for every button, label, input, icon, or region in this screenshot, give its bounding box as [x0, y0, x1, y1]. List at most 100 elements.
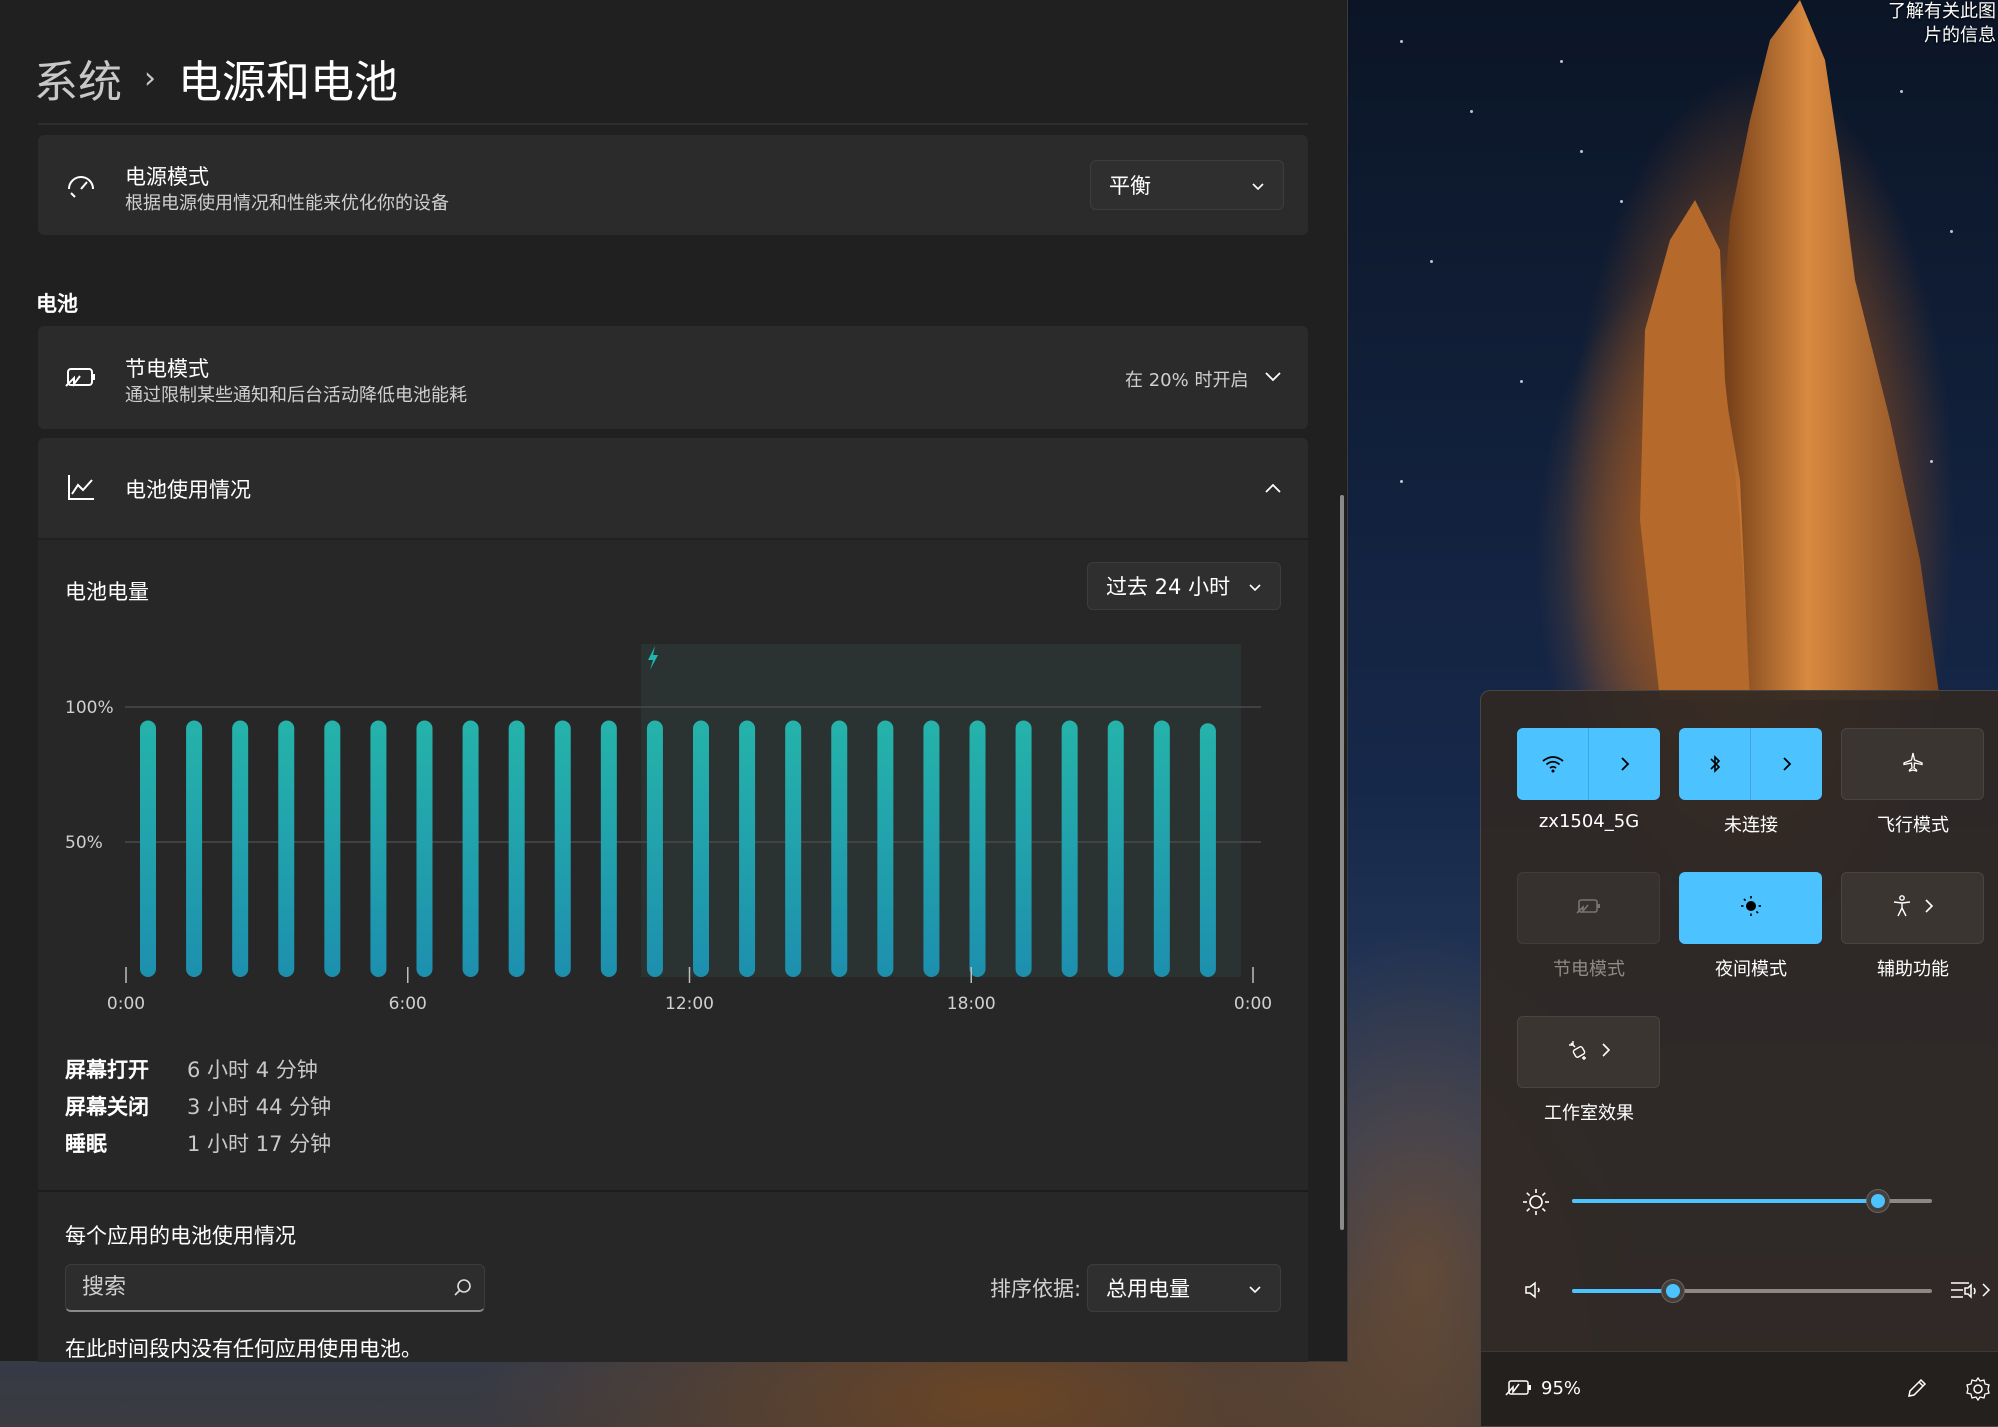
audio-output-icon[interactable]: [1949, 1277, 1993, 1307]
battery-bar: [969, 720, 986, 977]
battery-saver-title: 节电模式: [125, 357, 209, 381]
battery-bar: [831, 720, 848, 977]
slider-thumb[interactable]: [1867, 1190, 1889, 1212]
charging-region: [641, 644, 1241, 977]
stat-value: 3 小时 44 分钟: [187, 1094, 332, 1119]
accessibility-icon: [1892, 895, 1912, 921]
y-tick-label: 50%: [65, 833, 103, 853]
battery-saver-tile[interactable]: [1517, 872, 1660, 944]
star: [1580, 150, 1583, 153]
chevron-up-icon[interactable]: [1261, 476, 1285, 500]
time-range-dropdown[interactable]: 过去 24 小时: [1087, 562, 1281, 610]
stat-value: 6 小时 4 分钟: [187, 1057, 318, 1082]
night-light-icon: [1740, 895, 1762, 921]
rock-spire: [1640, 0, 1940, 700]
star: [1560, 60, 1563, 63]
settings-window: 系统 › 电源和电池 电源模式 根据电源使用情况和性能来优化你的设备 平衡 电池…: [0, 0, 1348, 1362]
bluetooth-tile[interactable]: [1679, 728, 1822, 800]
battery-bar: [324, 720, 341, 977]
breadcrumb-parent[interactable]: 系统: [34, 46, 122, 110]
usage-stats: 屏幕打开 6 小时 4 分钟 屏幕关闭 3 小时 44 分钟 睡眠 1 小时 1…: [65, 1050, 331, 1161]
battery-icon[interactable]: [1505, 1376, 1533, 1402]
battery-bar: [646, 720, 663, 977]
battery-level-chart: 100% 50% 0:00 6:00 12:00 18:00 0:00: [65, 644, 1272, 1014]
sort-dropdown[interactable]: 总用电量: [1087, 1264, 1281, 1312]
battery-bar: [923, 720, 940, 977]
night-light-tile[interactable]: [1679, 872, 1822, 944]
chevron-right-icon: [1601, 1042, 1611, 1062]
star: [1400, 480, 1403, 483]
battery-bar: [232, 720, 249, 977]
power-mode-icon: [64, 168, 98, 202]
chevron-down-icon: [1248, 574, 1262, 598]
battery-bar: [877, 720, 894, 977]
battery-bar: [508, 720, 525, 977]
sort-value: 总用电量: [1106, 1277, 1190, 1301]
breadcrumb-separator: ›: [144, 60, 156, 96]
star: [1430, 260, 1433, 263]
page-title: 电源和电池: [178, 57, 398, 108]
tile-label: 未连接: [1724, 815, 1778, 836]
battery-level-title: 电池电量: [65, 580, 149, 604]
bluetooth-icon[interactable]: [1679, 728, 1750, 800]
line-chart-icon: [64, 470, 98, 504]
power-mode-card: 电源模式 根据电源使用情况和性能来优化你的设备 平衡: [38, 135, 1308, 235]
wifi-icon[interactable]: [1517, 728, 1588, 800]
battery-bar: [1199, 723, 1216, 977]
time-range-value: 过去 24 小时: [1106, 575, 1231, 599]
wifi-tile[interactable]: [1517, 728, 1660, 800]
search-input[interactable]: [66, 1265, 436, 1309]
battery-saver-icon: [1575, 897, 1602, 919]
tile-label: zx1504_5G: [1538, 811, 1640, 832]
slider-fill: [1572, 1289, 1673, 1293]
chevron-right-icon[interactable]: [1751, 728, 1822, 800]
star: [1470, 110, 1473, 113]
quick-settings-panel: zx1504_5G 未连接 飞行模式 节电模式 夜间模式 辅助功能 工作室效果 …: [1480, 690, 1998, 1427]
power-mode-dropdown[interactable]: 平衡: [1090, 160, 1284, 210]
stat-value: 1 小时 17 分钟: [187, 1131, 332, 1156]
accessibility-tile[interactable]: [1841, 872, 1984, 944]
battery-bar: [416, 720, 433, 977]
battery-section-label: 电池: [36, 292, 78, 316]
battery-saver-status: 在 20% 时开启: [1125, 370, 1249, 391]
battery-bar: [1153, 720, 1170, 977]
chevron-down-icon: [1251, 173, 1265, 197]
about-image-link[interactable]: 了解有关此图 片的信息: [1888, 0, 1996, 48]
chevron-down-icon[interactable]: [1261, 365, 1285, 389]
search-icon[interactable]: [454, 1278, 472, 1300]
volume-icon[interactable]: [1523, 1279, 1547, 1305]
battery-bar: [739, 720, 756, 977]
battery-percent[interactable]: 95%: [1541, 1378, 1581, 1399]
x-tick-label: 12:00: [665, 994, 714, 1014]
chevron-right-icon: [1924, 898, 1934, 918]
scrollbar[interactable]: [1340, 495, 1344, 1230]
battery-saver-subtitle: 通过限制某些通知和后台活动降低电池能耗: [125, 385, 467, 406]
slider-thumb[interactable]: [1661, 1280, 1684, 1302]
app-search-box: [65, 1264, 485, 1312]
quick-settings-footer: 95%: [1481, 1351, 1998, 1426]
stat-row: 睡眠 1 小时 17 分钟: [65, 1124, 331, 1161]
edit-icon[interactable]: [1905, 1376, 1929, 1404]
stat-row: 屏幕关闭 3 小时 44 分钟: [65, 1087, 331, 1124]
battery-saver-card[interactable]: 节电模式 通过限制某些通知和后台活动降低电池能耗 在 20% 时开启: [38, 326, 1308, 429]
x-tick-label: 18:00: [947, 994, 996, 1014]
gear-icon[interactable]: [1965, 1376, 1991, 1406]
studio-effects-tile[interactable]: [1517, 1016, 1660, 1088]
power-mode-title: 电源模式: [125, 165, 209, 189]
stat-label: 屏幕关闭: [65, 1094, 149, 1119]
stat-row: 屏幕打开 6 小时 4 分钟: [65, 1050, 331, 1087]
y-tick-label: 100%: [65, 698, 114, 718]
brightness-icon: [1521, 1187, 1551, 1221]
stat-label: 屏幕打开: [65, 1057, 149, 1082]
chevron-right-icon[interactable]: [1589, 728, 1660, 800]
battery-saver-icon: [64, 360, 98, 394]
x-tick-label: 0:00: [107, 994, 145, 1014]
airplane-tile[interactable]: [1841, 728, 1984, 800]
sort-label: 排序依据:: [990, 1277, 1082, 1301]
battery-usage-header[interactable]: 电池使用情况: [38, 438, 1308, 538]
battery-bar: [1015, 720, 1032, 977]
airplane-icon: [1902, 751, 1924, 777]
star: [1400, 40, 1403, 43]
battery-usage-title: 电池使用情况: [125, 478, 251, 502]
battery-bar: [1107, 720, 1124, 977]
